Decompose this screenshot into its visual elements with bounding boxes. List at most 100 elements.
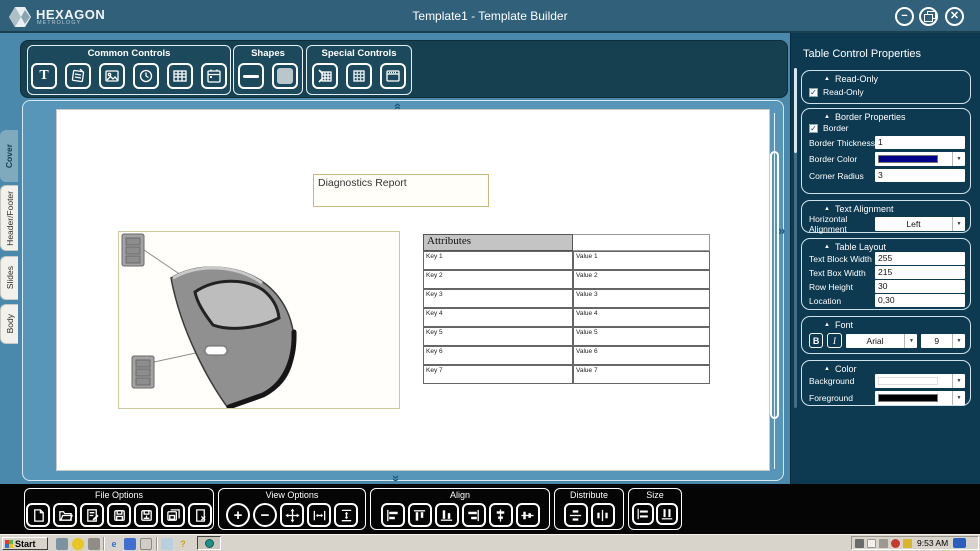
section-header[interactable]: ▲ Table Layout — [824, 242, 970, 252]
quick-launch-app-icon-2[interactable] — [72, 538, 84, 550]
horizontal-alignment-dropdown[interactable]: Left ▼ — [875, 217, 965, 231]
field-label: Foreground — [809, 393, 853, 403]
border-thickness-input[interactable]: 1 — [875, 136, 965, 149]
quick-launch-app-icon-3[interactable] — [88, 538, 100, 550]
clock-control-button[interactable] — [133, 63, 159, 89]
zoom-out-button[interactable]: − — [253, 503, 277, 527]
pan-button[interactable] — [280, 503, 304, 527]
close-button[interactable]: ✕ — [945, 7, 964, 26]
section-header[interactable]: ▲ Border Properties — [824, 112, 970, 122]
fit-width-button[interactable] — [307, 503, 331, 527]
label-control-button[interactable] — [65, 63, 91, 89]
cad-report-control-button[interactable] — [312, 63, 338, 89]
panel-expander-icon[interactable]: » — [778, 223, 785, 238]
zoom-in-button[interactable]: + — [226, 503, 250, 527]
minimize-button[interactable]: − — [895, 7, 914, 26]
font-size-dropdown[interactable]: 9 ▼ — [921, 333, 965, 348]
quick-launch-help-icon[interactable]: ? — [177, 538, 189, 550]
vertical-scrollbar-thumb[interactable] — [770, 151, 779, 419]
text-control-button[interactable]: T — [31, 63, 57, 89]
collapse-icon: ▲ — [824, 206, 830, 212]
quick-launch-media-icon[interactable] — [124, 538, 136, 550]
table-control-button[interactable] — [167, 63, 193, 89]
header-table-control-button[interactable] — [380, 63, 406, 89]
border-color-dropdown[interactable]: ▼ — [875, 152, 965, 166]
quick-launch-document-icon[interactable] — [161, 538, 173, 550]
callout-box-top — [121, 233, 145, 267]
callout-box-bottom — [131, 355, 155, 389]
align-left-button[interactable] — [380, 503, 405, 527]
fit-height-button[interactable] — [334, 503, 358, 527]
date-control-button[interactable] — [201, 63, 227, 89]
section-header[interactable]: ▲ Color — [824, 364, 970, 374]
tray-network-icon[interactable] — [953, 538, 967, 548]
tab-cover[interactable]: Cover — [0, 130, 18, 182]
quick-launch-desktop-icon[interactable] — [56, 538, 68, 550]
rectangle-shape-button[interactable] — [272, 63, 298, 89]
dropdown-arrow-icon: ▼ — [952, 217, 965, 231]
font-family-dropdown[interactable]: Arial ▼ — [845, 333, 918, 348]
table-row: Key 3 Value 3 — [423, 289, 710, 308]
italic-button[interactable]: I — [827, 333, 842, 348]
section-header[interactable]: ▲ Text Alignment — [824, 204, 970, 214]
bold-button[interactable]: B — [809, 333, 824, 348]
border-checkbox[interactable] — [809, 123, 818, 133]
quick-launch-browser-icon[interactable]: e — [108, 538, 120, 550]
save-all-button[interactable] — [161, 503, 185, 527]
tab-slides[interactable]: Slides — [0, 256, 18, 300]
edit-template-button[interactable] — [80, 503, 104, 527]
foreground-color-dropdown[interactable]: ▼ — [875, 391, 965, 405]
quick-launch-window-icon[interactable] — [140, 538, 152, 550]
attributes-table-object[interactable]: Attributes Key 1 Value 1 Key 2 Value 2 Key… — [423, 234, 710, 384]
read-only-checkbox[interactable] — [809, 87, 818, 97]
door-image-object[interactable] — [118, 231, 400, 410]
tray-input-icon[interactable] — [855, 538, 864, 548]
same-height-button[interactable] — [656, 503, 678, 525]
close-template-button[interactable] — [188, 503, 212, 527]
tray-status-red-icon[interactable] — [891, 538, 900, 548]
text-block-width-input[interactable]: 255 — [875, 252, 965, 265]
new-template-button[interactable] — [26, 503, 50, 527]
tab-header-footer[interactable]: Header/Footer — [0, 185, 18, 251]
background-color-dropdown[interactable]: ▼ — [875, 374, 965, 388]
tab-body[interactable]: Body — [0, 304, 18, 344]
collapse-icon: ▲ — [824, 76, 830, 82]
location-input[interactable]: 0,30 — [875, 294, 965, 307]
align-top-button[interactable] — [407, 503, 432, 527]
same-width-button[interactable] — [632, 503, 654, 525]
line-shape-button[interactable] — [238, 63, 264, 89]
save-as-button[interactable] — [134, 503, 158, 527]
template-page[interactable]: Diagnostics Report Attributes Key 1 Valu… — [56, 109, 770, 471]
save-template-button[interactable] — [107, 503, 131, 527]
tray-volume-icon[interactable] — [879, 538, 888, 548]
clock: 9:53 AM — [917, 538, 949, 548]
tray-status-yellow-icon[interactable] — [903, 538, 912, 548]
corner-radius-input[interactable]: 3 — [875, 169, 965, 182]
open-template-button[interactable] — [53, 503, 77, 527]
align-bottom-icon — [440, 509, 453, 521]
start-button[interactable]: Start — [2, 537, 48, 550]
align-center-horizontal-button[interactable] — [515, 503, 540, 527]
report-title-textbox[interactable]: Diagnostics Report — [313, 174, 489, 207]
text-box-width-input[interactable]: 215 — [875, 266, 965, 279]
align-bottom-button[interactable] — [434, 503, 459, 527]
value-cell: Value 4 — [573, 308, 710, 327]
alignment-value: Left — [906, 219, 921, 229]
field-label: Border Color — [809, 154, 858, 164]
section-header[interactable]: ▲ Font — [824, 320, 970, 330]
panel-scrollbar-thumb[interactable] — [794, 68, 797, 153]
section-header[interactable]: ▲ Read-Only — [824, 74, 970, 84]
row-height-input[interactable]: 30 — [875, 280, 965, 293]
align-group: Align — [370, 488, 550, 530]
restore-button[interactable] — [919, 7, 938, 26]
image-control-button[interactable] — [99, 63, 125, 89]
align-right-button[interactable] — [461, 503, 486, 527]
active-task-button[interactable] — [197, 536, 221, 550]
border-color-swatch — [878, 155, 938, 163]
grid-control-button[interactable] — [346, 63, 372, 89]
align-center-vertical-button[interactable] — [488, 503, 513, 527]
distribute-horizontal-button[interactable] — [590, 503, 615, 527]
distribute-vertical-button[interactable] — [563, 503, 588, 527]
tray-clipboard-icon[interactable] — [867, 538, 876, 548]
scroll-down-icon[interactable]: » — [389, 475, 404, 482]
